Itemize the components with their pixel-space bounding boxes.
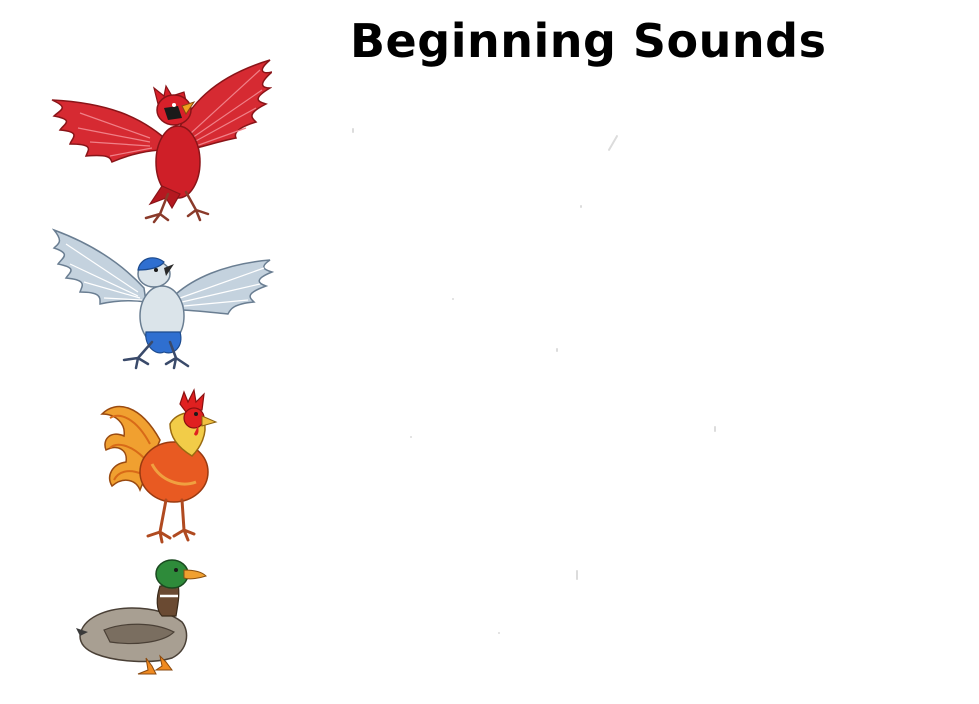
scan-speck [607,134,619,152]
duck-icon [76,559,207,675]
scan-speck [580,205,582,208]
scan-speck [576,570,578,580]
scan-speck [714,426,716,432]
scan-speck [498,632,500,634]
blue-jay-icon [52,228,274,370]
page-title: Beginning Sounds [350,14,827,68]
worksheet-page: Beginning Sounds [0,0,979,704]
cardinal-icon [51,59,272,224]
scan-speck [410,436,412,438]
scan-speck [352,128,354,133]
rooster-icon [100,388,218,544]
scan-speck [452,298,454,300]
scan-speck [556,348,558,352]
